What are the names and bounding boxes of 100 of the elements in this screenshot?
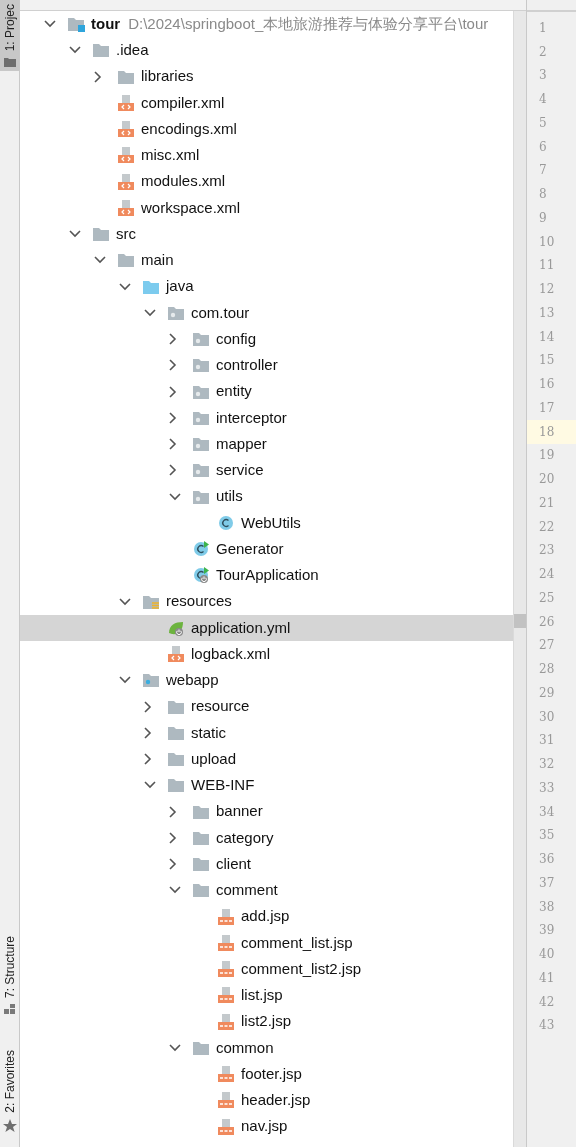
chevron-down-icon[interactable] xyxy=(94,256,106,265)
chevron-right-icon[interactable] xyxy=(169,438,177,451)
file-name: resources xyxy=(166,591,232,612)
tree-row[interactable]: WebUtils xyxy=(20,509,513,536)
tree-row[interactable]: webapp xyxy=(20,667,513,694)
line-number: 14 xyxy=(538,328,556,346)
tree-row[interactable]: utils xyxy=(20,483,513,510)
chevron-right-icon[interactable] xyxy=(169,805,177,818)
file-name: entity xyxy=(216,381,252,402)
tree-row[interactable]: client xyxy=(20,851,513,878)
scrollbar-thumb[interactable] xyxy=(514,614,526,628)
chevron-down-icon[interactable] xyxy=(169,492,181,501)
chevron-right-icon[interactable] xyxy=(144,726,152,739)
chevron-right-icon[interactable] xyxy=(169,831,177,844)
tree-row[interactable]: interceptor xyxy=(20,404,513,431)
file-name: tour xyxy=(91,13,121,34)
chevron-right-icon[interactable] xyxy=(169,333,177,346)
file-name: application.yml xyxy=(191,617,291,638)
file-name: modules.xml xyxy=(141,171,226,192)
tree-row[interactable]: entity xyxy=(20,378,513,405)
folder-icon xyxy=(143,672,159,689)
package-icon xyxy=(193,462,209,479)
tree-row[interactable]: config xyxy=(20,326,513,353)
tree-row[interactable]: mapper xyxy=(20,431,513,458)
chevron-down-icon[interactable] xyxy=(119,282,131,291)
tool-window-tab[interactable]: 7: Structure xyxy=(0,932,19,1019)
package-icon xyxy=(193,331,209,348)
line-number: 27 xyxy=(538,637,556,655)
chevron-right-icon[interactable] xyxy=(169,464,177,477)
chevron-right-icon[interactable] xyxy=(169,411,177,424)
file-name: mapper xyxy=(216,433,267,454)
folder-icon xyxy=(118,252,134,269)
tree-row[interactable]: Generator xyxy=(20,536,513,563)
tree-row[interactable]: upload xyxy=(20,746,513,773)
tree-row[interactable]: encodings.xml xyxy=(20,116,513,143)
tree-row[interactable]: comment_list2.jsp xyxy=(20,956,513,983)
tree-row[interactable]: libraries xyxy=(20,63,513,90)
chevron-down-icon[interactable] xyxy=(119,676,131,685)
line-number: 31 xyxy=(538,732,556,750)
package-icon xyxy=(193,488,209,505)
file-name: controller xyxy=(216,355,278,376)
tree-row[interactable]: com.tour xyxy=(20,299,513,326)
tree-row[interactable]: category xyxy=(20,824,513,851)
tree-row[interactable]: logback.xml xyxy=(20,641,513,668)
tool-window-tab[interactable]: 1: Projec xyxy=(0,0,19,72)
file-name: compiler.xml xyxy=(141,92,225,113)
line-number: 13 xyxy=(538,304,556,322)
chevron-down-icon[interactable] xyxy=(144,308,156,317)
tree-row[interactable]: TourApplication xyxy=(20,562,513,589)
package-icon xyxy=(193,436,209,453)
chevron-down-icon[interactable] xyxy=(69,230,81,239)
chevron-down-icon[interactable] xyxy=(69,46,81,55)
chevron-down-icon[interactable] xyxy=(169,1043,181,1052)
tree-row[interactable]: comment_list.jsp xyxy=(20,929,513,956)
tree-row[interactable]: controller xyxy=(20,352,513,379)
folder-icon xyxy=(193,803,209,820)
tree-row[interactable]: main xyxy=(20,247,513,274)
tree-row[interactable]: resources xyxy=(20,588,513,615)
tree-row[interactable]: .idea xyxy=(20,37,513,64)
chevron-down-icon[interactable] xyxy=(144,781,156,790)
chevron-down-icon[interactable] xyxy=(44,20,56,29)
tree-row[interactable]: src xyxy=(20,221,513,248)
folder-icon xyxy=(193,1039,209,1056)
tree-row[interactable]: application.yml xyxy=(20,614,513,641)
tree-row[interactable]: list2.jsp xyxy=(20,1008,513,1035)
tree-row[interactable]: banner xyxy=(20,798,513,825)
tool-window-tab[interactable]: 2: Favorites xyxy=(0,1046,19,1137)
tree-row[interactable]: modules.xml xyxy=(20,168,513,195)
tree-row[interactable]: static xyxy=(20,719,513,746)
chevron-down-icon[interactable] xyxy=(169,886,181,895)
chevron-right-icon[interactable] xyxy=(169,858,177,871)
tree-row[interactable]: workspace.xml xyxy=(20,194,513,221)
scrollbar[interactable] xyxy=(513,11,526,1147)
tree-row[interactable]: header.jsp xyxy=(20,1087,513,1114)
chevron-right-icon[interactable] xyxy=(169,359,177,372)
package-icon xyxy=(193,383,209,400)
file-name: utils xyxy=(216,486,243,507)
tree-row[interactable]: nav.jsp xyxy=(20,1113,513,1140)
line-number: 21 xyxy=(538,494,556,512)
tree-row[interactable]: common xyxy=(20,1034,513,1061)
tree-row[interactable]: footer.jsp xyxy=(20,1061,513,1088)
line-number: 11 xyxy=(538,257,556,275)
chevron-right-icon[interactable] xyxy=(144,753,152,766)
jsp-file-icon xyxy=(218,1013,234,1030)
tree-row[interactable]: compiler.xml xyxy=(20,89,513,116)
tree-row[interactable]: WEB-INF xyxy=(20,772,513,799)
tree-row[interactable]: service xyxy=(20,457,513,484)
tree-row[interactable]: tour D:\2024\springboot_本地旅游推荐与体验分享平台\tour xyxy=(20,11,513,38)
xml-file-icon xyxy=(118,121,134,138)
chevron-right-icon[interactable] xyxy=(94,70,102,83)
chevron-right-icon[interactable] xyxy=(144,700,152,713)
tree-row[interactable]: list.jsp xyxy=(20,982,513,1009)
tree-row[interactable]: add.jsp xyxy=(20,903,513,930)
file-name: footer.jsp xyxy=(241,1063,302,1084)
tree-row[interactable]: misc.xml xyxy=(20,142,513,169)
chevron-right-icon[interactable] xyxy=(169,385,177,398)
tree-row[interactable]: resource xyxy=(20,693,513,720)
chevron-down-icon[interactable] xyxy=(119,597,131,606)
tree-row[interactable]: java xyxy=(20,273,513,300)
tree-row[interactable]: comment xyxy=(20,877,513,904)
